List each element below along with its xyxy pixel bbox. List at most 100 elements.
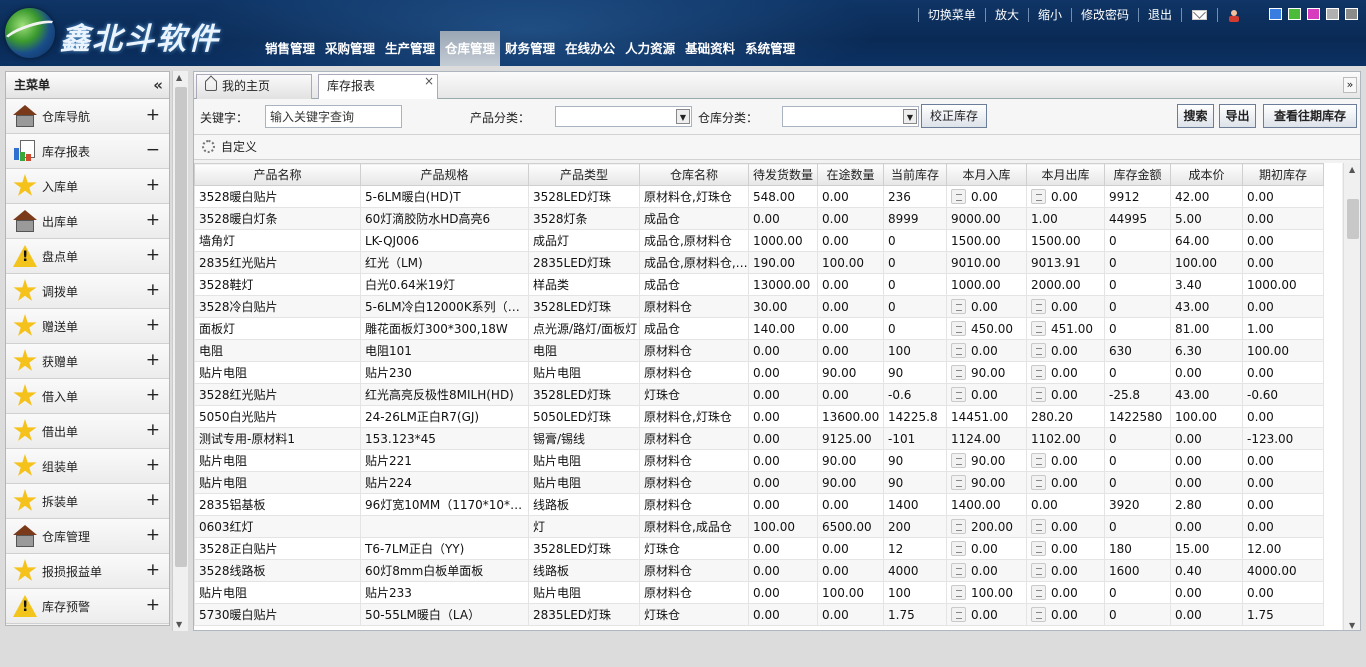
expand-icon[interactable]: + (146, 247, 160, 264)
collapse-icon[interactable]: « (153, 72, 163, 99)
grid-scrollbar[interactable]: ▲ ▼ (1343, 163, 1360, 630)
table-row[interactable]: 面板灯 雕花面板灯300*300,18W 点光源/路灯/面板灯 成品仓 140.00 0.… (194, 317, 1324, 340)
table-row[interactable]: 3528鞋灯 白光0.64米19灯 样品类 成品仓 13000.00 0.00 0 1000.… (194, 273, 1324, 296)
expand-icon[interactable]: + (146, 492, 160, 509)
calibrate-stock-button[interactable]: 校正库存 (921, 104, 987, 128)
menu-item[interactable]: 入库单 + (6, 169, 169, 204)
detail-icon[interactable] (1031, 563, 1046, 578)
table-row[interactable]: 贴片电阻 贴片233 贴片电阻 原材料仓 0.00 100.00 100 100.00 0.00… (194, 581, 1324, 604)
column-header[interactable]: 产品类型 (528, 163, 640, 186)
menu-item[interactable]: 库存报表 − (6, 134, 169, 169)
detail-icon[interactable] (1031, 365, 1046, 380)
detail-icon[interactable] (951, 519, 966, 534)
warehouse-category-select[interactable]: ▼ (782, 106, 919, 127)
chevron-down-icon[interactable]: ▼ (676, 109, 690, 124)
detail-icon[interactable] (1031, 387, 1046, 402)
grid-scroll-thumb[interactable] (1347, 199, 1359, 239)
expand-icon[interactable]: + (146, 597, 160, 614)
nav-item[interactable]: 基础资料 (680, 31, 740, 66)
table-row[interactable]: 3528冷白贴片 5-6LM冷白12000K系列（HD） 3528LED灯珠 原材料仓… (194, 295, 1324, 318)
nav-item[interactable]: 采购管理 (320, 31, 380, 66)
detail-icon[interactable] (951, 475, 966, 490)
export-button[interactable]: 导出 (1219, 104, 1256, 128)
nav-item[interactable]: 生产管理 (380, 31, 440, 66)
expand-icon[interactable]: + (146, 457, 160, 474)
switch-menu-link[interactable]: 切换菜单 (917, 8, 985, 22)
expand-icon[interactable]: + (146, 352, 160, 369)
table-row[interactable]: 贴片电阻 贴片224 贴片电阻 原材料仓 0.00 90.00 90 90.00 0.00 0 0.… (194, 471, 1324, 494)
skin-swatch[interactable] (1345, 8, 1358, 20)
chevron-down-icon[interactable]: ▼ (903, 109, 917, 124)
expand-icon[interactable]: + (146, 317, 160, 334)
nav-item[interactable]: 财务管理 (500, 31, 560, 66)
detail-icon[interactable] (1031, 453, 1046, 468)
gear-icon[interactable] (202, 140, 215, 153)
expand-icon[interactable]: + (146, 562, 160, 579)
detail-icon[interactable] (1031, 541, 1046, 556)
menu-item[interactable]: 库存预警+ (6, 589, 169, 624)
product-category-select[interactable]: ▼ (555, 106, 692, 127)
left-scrollbar[interactable]: ▲ ▼ (172, 71, 188, 631)
table-row[interactable]: 测试专用-原材料1 153.123*45 锡膏/锡线 原材料仓 0.00 9125.00-… (194, 427, 1324, 450)
detail-icon[interactable] (1031, 607, 1046, 622)
tab-more-icon[interactable]: » (1343, 77, 1357, 93)
table-row[interactable]: 0603红灯 灯原材料仓,成品仓 100.00 6500.00 200 200.00 0.0… (194, 515, 1324, 538)
mail-icon[interactable] (1181, 8, 1217, 22)
expand-icon[interactable]: + (146, 177, 160, 194)
expand-icon[interactable]: + (146, 387, 160, 404)
skin-swatch[interactable] (1307, 8, 1320, 20)
detail-icon[interactable] (951, 585, 966, 600)
menu-item[interactable]: 报损报益单 + (6, 554, 169, 589)
table-row[interactable]: 5050白光贴片 24-26LM正白R7(GJ) 5050LED灯珠 原材料仓,灯珠仓… (194, 405, 1324, 428)
detail-icon[interactable] (951, 387, 966, 402)
menu-item[interactable]: 赠送单 + (6, 309, 169, 344)
column-header[interactable]: 产品规格 (360, 163, 529, 186)
expand-icon[interactable]: + (146, 282, 160, 299)
menu-item[interactable]: 盘点单+ (6, 239, 169, 274)
scroll-up-icon[interactable]: ▲ (176, 73, 182, 82)
table-row[interactable]: 2835铝基板 96灯宽10MM（1170*10*1.0） 线路板 原材料仓 0.00 0… (194, 493, 1324, 516)
zoom-in-link[interactable]: 放大 (984, 8, 1028, 22)
nav-item[interactable]: 人力资源 (620, 31, 680, 66)
column-header[interactable]: 期初库存 (1242, 163, 1324, 186)
detail-icon[interactable] (951, 299, 966, 314)
menu-item[interactable]: 仓库导航 + (6, 99, 169, 134)
customize-bar[interactable]: 自定义 (194, 135, 1360, 160)
skin-swatch[interactable] (1288, 8, 1301, 20)
scroll-down-icon[interactable]: ▼ (176, 620, 182, 629)
table-row[interactable]: 3528正白贴片 T6-7LM正白（YY) 3528LED灯珠 灯珠仓 0.00 0.00… (194, 537, 1324, 560)
column-header[interactable]: 当前库存 (883, 163, 947, 186)
column-header[interactable]: 库存金额 (1104, 163, 1171, 186)
change-password-link[interactable]: 修改密码 (1070, 8, 1138, 22)
table-row[interactable]: 2835红光贴片红光（LM)2835LED灯珠成品仓,原材料仓,灯珠仓190.0… (194, 251, 1324, 274)
detail-icon[interactable] (1031, 585, 1046, 600)
history-stock-button[interactable]: 查看往期库存 (1263, 104, 1357, 128)
keyword-input[interactable] (265, 105, 402, 128)
menu-item[interactable]: 拆装单 + (6, 484, 169, 519)
detail-icon[interactable] (951, 343, 966, 358)
detail-icon[interactable] (1031, 343, 1046, 358)
menu-item[interactable]: 借入单 + (6, 379, 169, 414)
expand-icon[interactable]: + (146, 107, 160, 124)
scroll-up-icon[interactable]: ▲ (1349, 165, 1355, 174)
collapse-icon[interactable]: − (146, 142, 160, 159)
table-row[interactable]: 5730暖白贴片 50-55LM暖白（LA） 2835LED灯珠 灯珠仓 0.00 0.0… (194, 603, 1324, 626)
detail-icon[interactable] (951, 563, 966, 578)
user-icon[interactable] (1217, 8, 1250, 22)
search-button[interactable]: 搜索 (1177, 104, 1214, 128)
menu-item[interactable]: 获赠单 + (6, 344, 169, 379)
table-row[interactable]: 墙角灯 LK-QJ006 成品灯 成品仓,原材料仓 1000.00 0.00 0 1500.0… (194, 229, 1324, 252)
table-row[interactable]: 3528暖白灯条 60灯滴胶防水HD高亮6 3528灯条 成品仓 0.00 0.00 899… (194, 207, 1324, 230)
logout-link[interactable]: 退出 (1137, 8, 1181, 22)
detail-icon[interactable] (951, 453, 966, 468)
scroll-down-icon[interactable]: ▼ (1349, 621, 1355, 630)
expand-icon[interactable]: + (146, 212, 160, 229)
detail-icon[interactable] (951, 321, 966, 336)
menu-item[interactable]: 出库单 + (6, 204, 169, 239)
tab-home[interactable]: 我的主页 (196, 74, 312, 99)
column-header[interactable]: 本月入库 (946, 163, 1027, 186)
column-header[interactable]: 待发货数量 (748, 163, 818, 186)
table-row[interactable]: 贴片电阻 贴片221 贴片电阻 原材料仓 0.00 90.00 90 90.00 0.00 0 0.… (194, 449, 1324, 472)
detail-icon[interactable] (1031, 519, 1046, 534)
expand-icon[interactable]: + (146, 527, 160, 544)
